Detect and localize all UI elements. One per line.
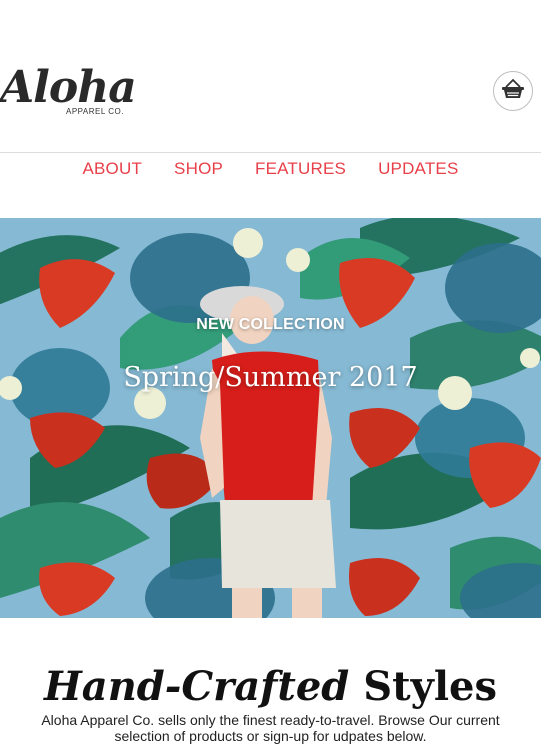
nav-features[interactable]: FEATURES [255,159,346,179]
section-title: Hand-Crafted Styles [0,659,541,715]
nav-shop[interactable]: SHOP [174,159,223,179]
nav-about[interactable]: ABOUT [82,159,142,179]
basket-icon [501,78,525,105]
section-title-italic: Hand-Crafted [43,662,350,710]
nav-updates[interactable]: UPDATES [378,159,458,179]
hero-title: Spring/Summer 2017 [123,362,418,393]
site-header: Aloha APPAREL CO. [0,0,541,152]
cart-button[interactable] [493,71,533,111]
intro-text: Aloha Apparel Co. sells only the finest … [41,712,500,744]
section-title-bold: Styles [363,662,497,710]
hero-banner[interactable]: NEW COLLECTION Spring/Summer 2017 [0,218,541,618]
main-nav: ABOUT SHOP FEATURES UPDATES [0,153,541,218]
brand-logo[interactable]: Aloha APPAREL CO. [0,62,140,122]
logo-tagline: APPAREL CO. [66,107,124,116]
hero-image [0,218,541,618]
hero-kicker: NEW COLLECTION [196,316,345,333]
